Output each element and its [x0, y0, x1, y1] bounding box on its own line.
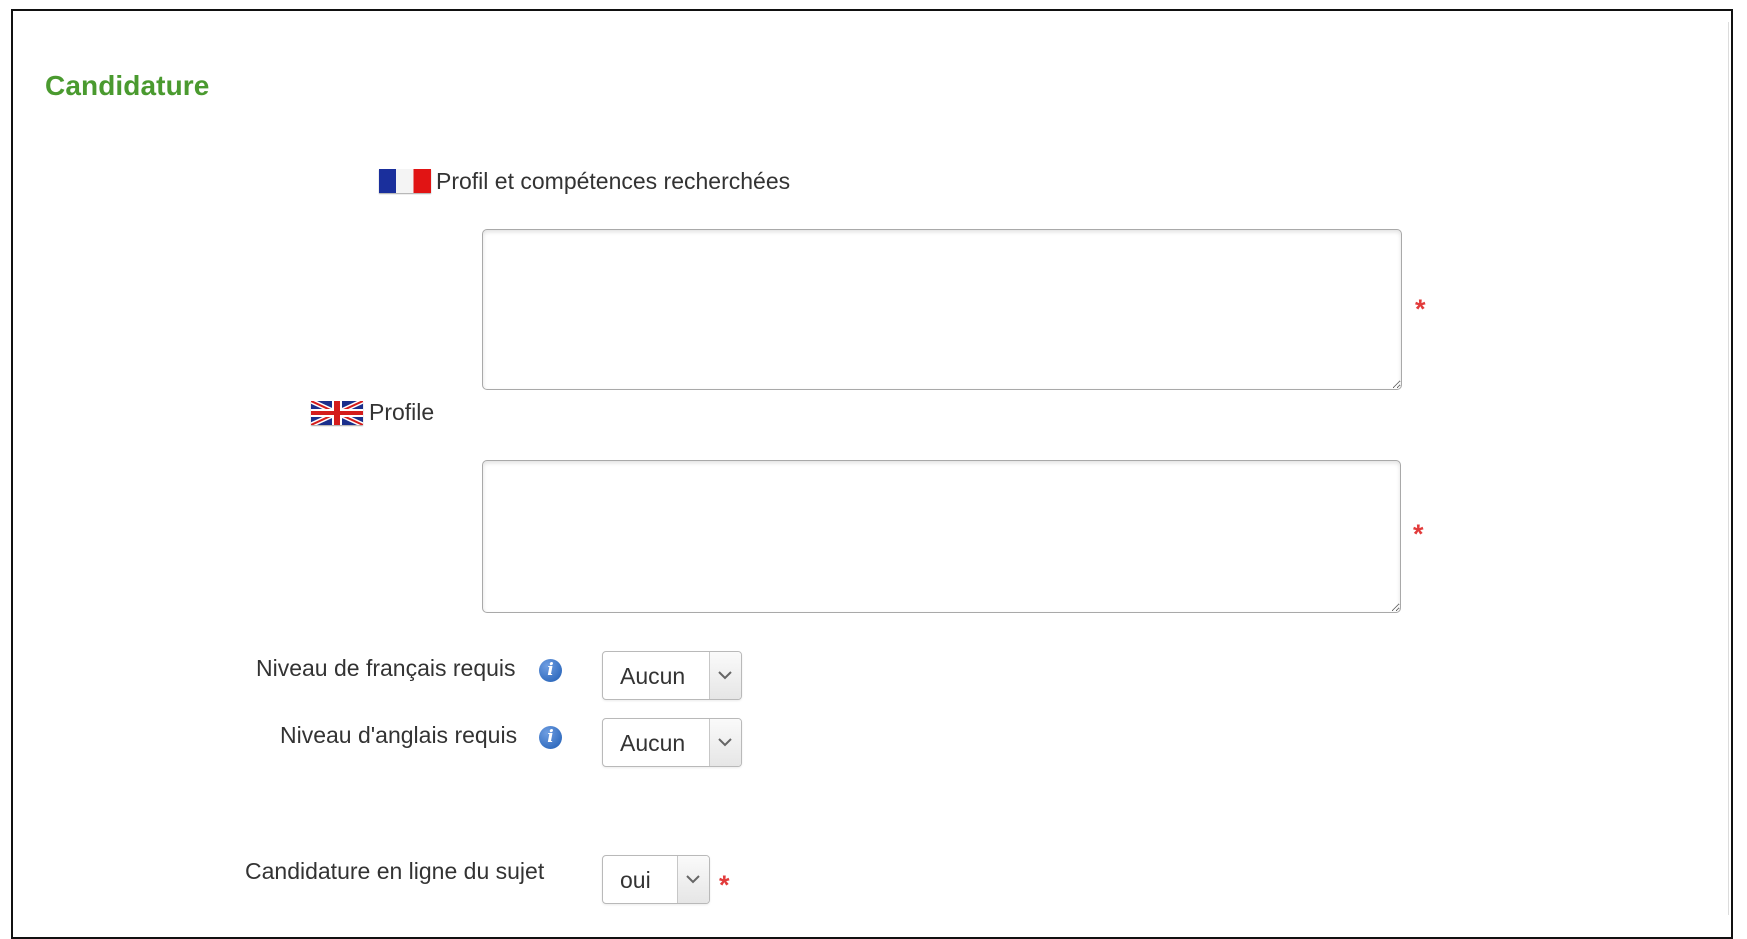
online-application-value: oui [620, 867, 651, 893]
panel-divider [1728, 22, 1729, 915]
english-level-label: Niveau d'anglais requis [280, 722, 518, 748]
info-icon[interactable]: i [539, 726, 562, 749]
french-flag-icon [379, 169, 431, 193]
chevron-down-icon[interactable] [677, 856, 709, 903]
info-icon[interactable]: i [539, 659, 562, 682]
section-title: Candidature [45, 70, 210, 101]
profile-en-label: Profile [369, 399, 435, 425]
french-level-value: Aucun [620, 663, 686, 689]
required-asterisk: * [719, 870, 730, 900]
required-asterisk: * [1415, 294, 1426, 324]
english-level-select[interactable]: Aucun [602, 718, 742, 767]
uk-flag-icon [311, 401, 363, 425]
french-level-select[interactable]: Aucun [602, 651, 742, 700]
french-level-label: Niveau de français requis [256, 655, 516, 681]
chevron-down-icon[interactable] [709, 652, 741, 699]
english-level-value: Aucun [620, 730, 686, 756]
profile-fr-label: Profil et compétences recherchées [436, 168, 791, 194]
online-application-label: Candidature en ligne du sujet [245, 858, 545, 884]
profile-en-textarea[interactable] [482, 460, 1401, 613]
profile-fr-textarea[interactable] [482, 229, 1402, 390]
chevron-down-icon[interactable] [709, 719, 741, 766]
online-application-select[interactable]: oui [602, 855, 710, 904]
required-asterisk: * [1413, 519, 1424, 549]
